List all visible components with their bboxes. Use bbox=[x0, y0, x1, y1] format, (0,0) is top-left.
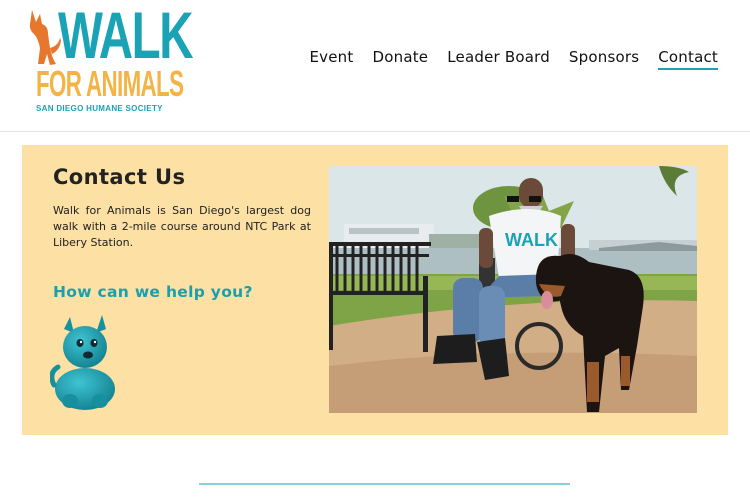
logo-subtitle: SAN DIEGO HUMANE SOCIETY bbox=[36, 104, 163, 113]
contact-description: Walk for Animals is San Diego's largest … bbox=[53, 204, 311, 249]
nav-sponsors[interactable]: Sponsors bbox=[569, 48, 639, 70]
orange-dog-logo-icon bbox=[29, 10, 61, 65]
walk-for-animals-logo[interactable]: WALK FOR ANIMALS SAN DIEGO HUMANE SOCIET… bbox=[28, 2, 194, 118]
help-heading: How can we help you? bbox=[53, 283, 253, 301]
shirt-logo-text: WALK bbox=[505, 230, 558, 250]
footer-divider bbox=[199, 483, 570, 485]
logo-for-animals-text: FOR ANIMALS bbox=[36, 63, 184, 104]
nav-contact[interactable]: Contact bbox=[658, 48, 718, 70]
page-title: Contact Us bbox=[53, 165, 186, 189]
nav-event[interactable]: Event bbox=[310, 48, 354, 70]
blue-dog-mascot-icon bbox=[50, 315, 115, 410]
nav-leader-board[interactable]: Leader Board bbox=[447, 48, 550, 70]
nav-donate[interactable]: Donate bbox=[372, 48, 428, 70]
site-header: WALK FOR ANIMALS SAN DIEGO HUMANE SOCIET… bbox=[0, 0, 750, 132]
logo-walk-text: WALK bbox=[58, 0, 194, 72]
main-nav: Event Donate Leader Board Sponsors Conta… bbox=[310, 48, 718, 70]
photo-illustration: WALK bbox=[329, 166, 697, 413]
volunteer-dog-photo: WALK bbox=[329, 166, 697, 413]
contact-panel: Contact Us Walk for Animals is San Diego… bbox=[22, 145, 728, 435]
